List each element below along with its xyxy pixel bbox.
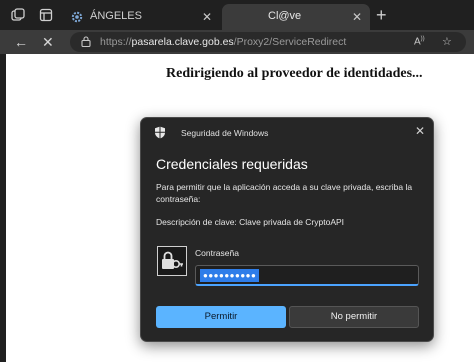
password-input[interactable]: ●●●●●●●●●● [195,265,419,286]
url-text: https://pasarela.clave.gob.es/Proxy2/Ser… [100,36,346,48]
new-tab-icon[interactable]: + [376,6,387,24]
password-label: Contraseña [195,248,239,258]
page-heading: Redirigiendo al proveedor de identidades… [166,66,423,81]
password-value: ●●●●●●●●●● [200,269,260,282]
tab-title: ÁNGELES [90,10,142,22]
dialog-caption: Seguridad de Windows [181,128,269,138]
tab-angeles[interactable]: ÁNGELES ✕ [62,4,220,30]
close-tab-icon[interactable]: ✕ [202,10,212,24]
close-tab-icon[interactable]: ✕ [352,10,362,24]
favorites-star-icon[interactable]: ☆ [442,35,452,48]
url-path: /Proxy2/ServiceRedirect [233,36,347,48]
url-scheme: https:// [100,36,132,48]
workspaces-icon[interactable] [10,7,26,23]
dialog-title: Credenciales requeridas [156,156,308,172]
read-aloud-icon[interactable]: A)) [414,36,425,47]
back-icon[interactable]: ← [14,34,28,50]
windows-security-dialog: Seguridad de Windows ✕ Credenciales requ… [140,117,434,342]
dialog-close-icon[interactable]: ✕ [415,124,425,138]
tab-clave[interactable]: Cl@ve ✕ [222,4,370,30]
lock-icon[interactable] [81,36,91,50]
url-field[interactable]: https://pasarela.clave.gob.es/Proxy2/Ser… [70,32,466,52]
shield-icon [154,126,166,144]
allow-button[interactable]: Permitir [156,306,286,328]
gear-favicon-icon [70,10,84,24]
dialog-message: Para permitir que la aplicación acceda a… [156,182,413,204]
tab-bar: ÁNGELES ✕ Cl@ve ✕ + [0,0,474,30]
key-description: Descripción de clave: Clave privada de C… [156,217,345,227]
deny-button[interactable]: No permitir [289,306,419,328]
stop-loading-icon[interactable]: ✕ [42,34,54,50]
tab-title: Cl@ve [268,10,302,22]
tab-actions-icon[interactable] [38,7,54,23]
padlock-key-icon [157,246,187,276]
url-host: pasarela.clave.gob.es [131,36,234,48]
address-bar: ← ✕ https://pasarela.clave.gob.es/Proxy2… [0,30,474,54]
dialog-titlebar[interactable]: Seguridad de Windows ✕ [141,118,433,146]
